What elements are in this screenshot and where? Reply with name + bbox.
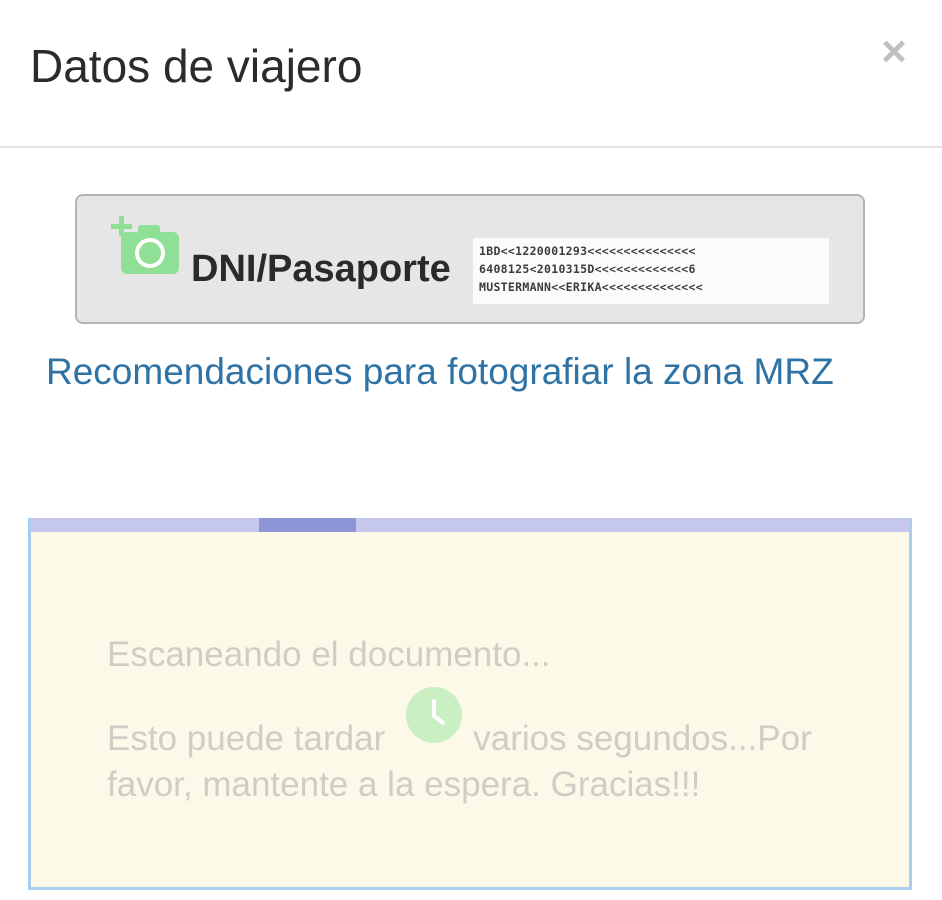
scan-document-button[interactable]: DNI/Pasaporte 1BD<<1220001293<<<<<<<<<<<… <box>75 194 865 324</box>
scan-button-label: DNI/Pasaporte <box>191 248 451 290</box>
scan-wait-message: Esto puede tardar varios segundos...Por f… <box>107 716 867 808</box>
modal-title: Datos de viajero <box>30 40 363 92</box>
mrz-sample-line: 6408125<2010315D<<<<<<<<<<<<<6 <box>479 262 696 276</box>
scan-progress-indicator <box>259 518 356 532</box>
modal-header: Datos de viajero × <box>0 0 942 148</box>
mrz-sample-image: 1BD<<1220001293<<<<<<<<<<<<<<< 6408125<2… <box>473 238 829 304</box>
wait-message-part: varios segundos...Por <box>473 719 812 758</box>
scan-status-text: Escaneando el documento... <box>107 635 551 674</box>
wait-message-line: favor, mantente a la espera. Gracias!!! <box>107 765 701 804</box>
close-icon: × <box>881 27 907 76</box>
scan-progress-bar <box>31 518 909 532</box>
mrz-sample-line: 1BD<<1220001293<<<<<<<<<<<<<<< <box>479 244 696 258</box>
scanning-panel: Escaneando el documento... Esto puede ta… <box>28 518 912 890</box>
close-button[interactable]: × <box>876 30 912 74</box>
wait-message-line: Esto puede tardar varios segundos...Por <box>107 716 867 762</box>
mrz-recommendations-link[interactable]: Recomendaciones para fotografiar la zona… <box>46 348 834 396</box>
wait-message-part: Esto puede tardar <box>107 719 386 758</box>
traveler-data-modal: Datos de viajero × DNI/Pasaporte 1BD<<12… <box>0 0 942 900</box>
camera-add-icon <box>111 216 179 274</box>
mrz-sample-line: MUSTERMANN<<ERIKA<<<<<<<<<<<<<< <box>479 280 703 294</box>
